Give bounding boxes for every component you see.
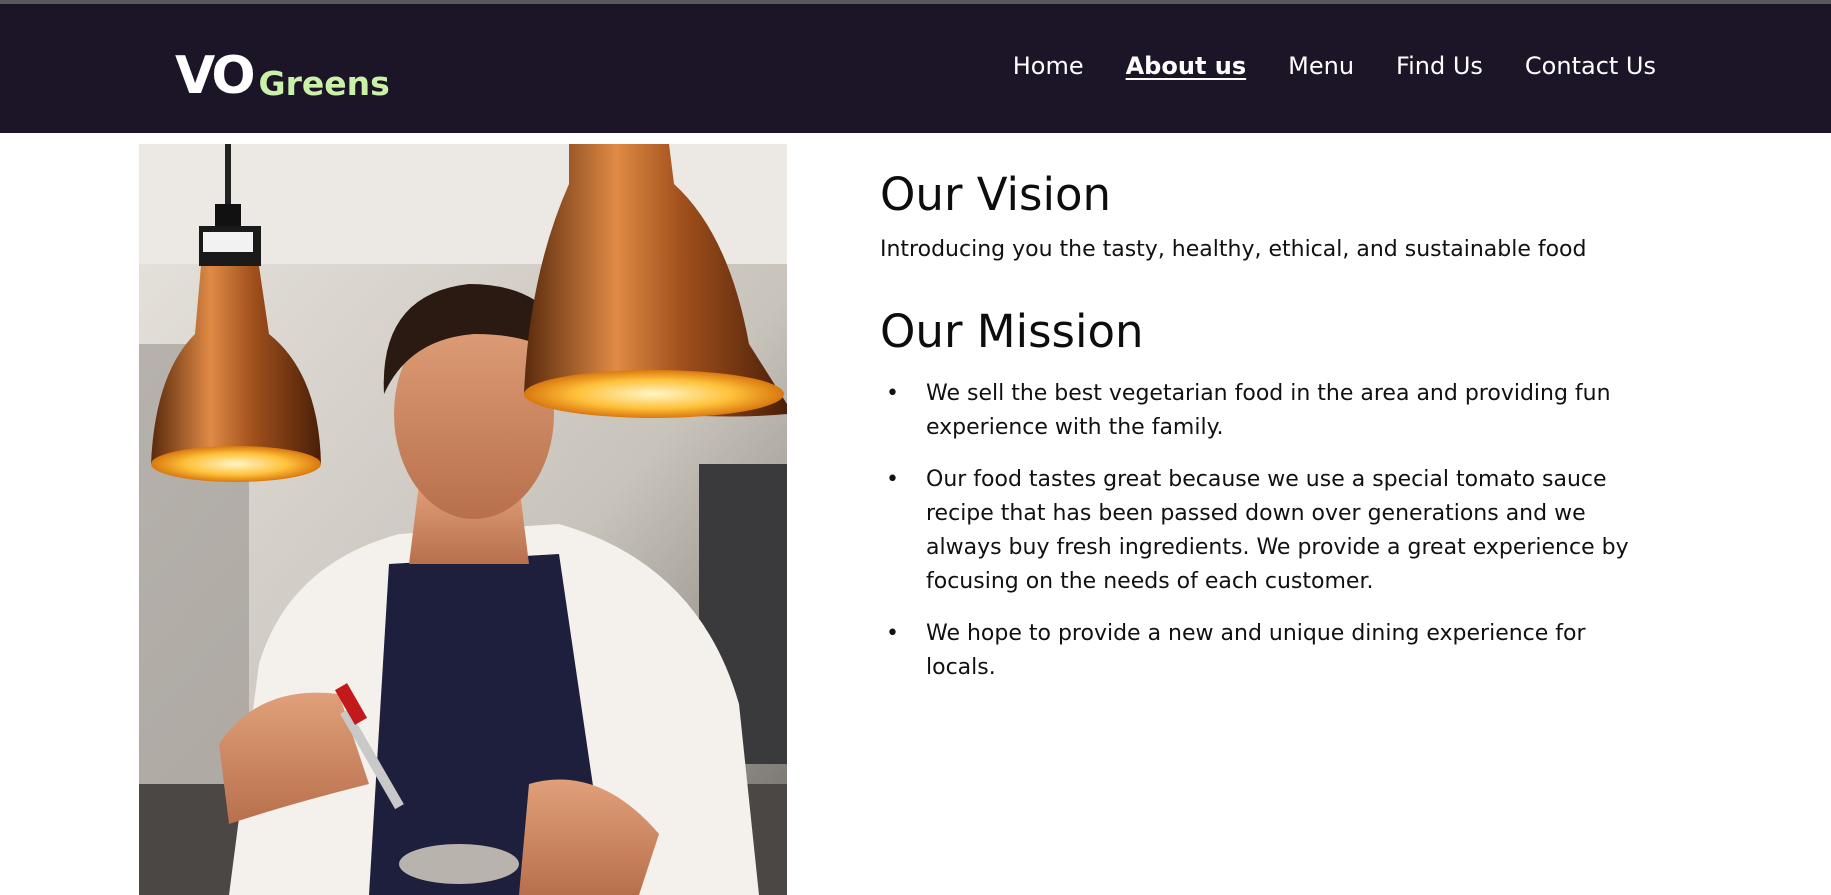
- about-content: Our Vision Introducing you the tasty, he…: [880, 168, 1680, 703]
- mission-item: • We hope to provide a new and unique di…: [880, 617, 1660, 685]
- vision-text: Introducing you the tasty, healthy, ethi…: [880, 237, 1587, 262]
- nav-contact-us[interactable]: Contact Us: [1525, 54, 1656, 78]
- vision-heading: Our Vision: [880, 168, 1112, 221]
- logo-vo: VO: [175, 46, 256, 106]
- nav-find-us[interactable]: Find Us: [1396, 54, 1483, 78]
- nav-menu[interactable]: Menu: [1288, 54, 1354, 78]
- nav-home[interactable]: Home: [1013, 54, 1084, 78]
- chef-photo: [139, 144, 787, 895]
- mission-item-text: We hope to provide a new and unique dini…: [926, 620, 1586, 680]
- bullet-icon: •: [886, 620, 899, 646]
- navbar: VO Greens Home About us Menu Find Us Con…: [0, 4, 1831, 133]
- mission-heading: Our Mission: [880, 304, 1144, 358]
- bullet-icon: •: [886, 380, 899, 406]
- chef-illustration: [139, 144, 787, 895]
- bullet-icon: •: [886, 466, 899, 492]
- main-nav: Home About us Menu Find Us Contact Us: [1013, 54, 1656, 78]
- mission-list: • We sell the best vegetarian food in th…: [880, 377, 1680, 685]
- mission-item: • Our food tastes great because we use a…: [880, 463, 1660, 599]
- mission-item-text: We sell the best vegetarian food in the …: [926, 380, 1611, 440]
- mission-item: • We sell the best vegetarian food in th…: [880, 377, 1660, 445]
- logo-greens: Greens: [258, 64, 390, 103]
- nav-about-us[interactable]: About us: [1126, 54, 1247, 78]
- mission-item-text: Our food tastes great because we use a s…: [926, 466, 1629, 594]
- logo[interactable]: VO Greens: [175, 42, 390, 102]
